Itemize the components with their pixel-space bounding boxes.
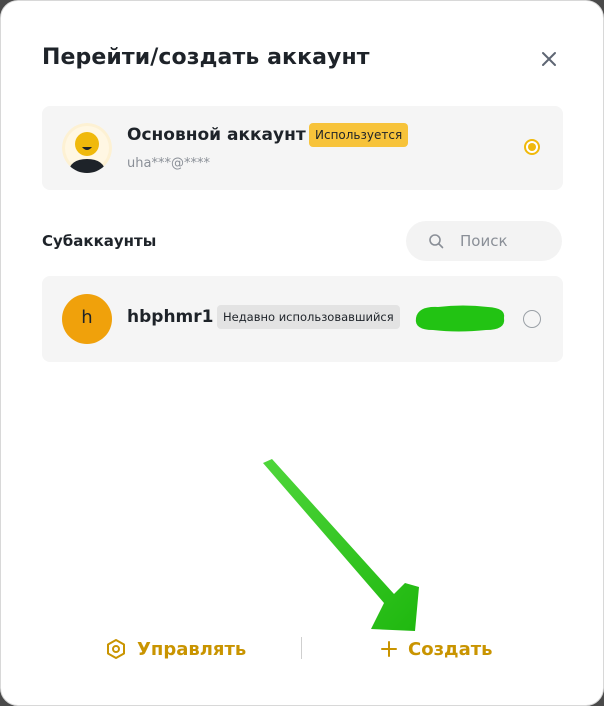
create-label: Создать bbox=[408, 638, 493, 660]
settings-hex-icon bbox=[107, 639, 125, 659]
redaction-scribble bbox=[415, 305, 505, 332]
dialog-title: Перейти/создать аккаунт bbox=[42, 45, 370, 70]
manage-button[interactable]: Управлять bbox=[105, 637, 246, 661]
main-account-radio[interactable] bbox=[524, 139, 540, 155]
avatar: h bbox=[62, 294, 112, 344]
subaccounts-heading: Субаккаунты bbox=[42, 232, 157, 250]
search-box[interactable] bbox=[406, 221, 562, 261]
search-icon bbox=[429, 234, 444, 249]
create-button[interactable]: Создать bbox=[380, 637, 493, 661]
avatar bbox=[62, 123, 112, 173]
account-switch-dialog: Перейти/создать аккаунт Основной аккаунт… bbox=[0, 0, 604, 706]
footer-divider bbox=[301, 637, 302, 659]
close-icon[interactable] bbox=[537, 47, 561, 71]
manage-label: Управлять bbox=[137, 638, 247, 660]
main-account-name: Основной аккаунт bbox=[127, 125, 306, 145]
main-account-card[interactable]: Основной аккаунт Используется uha***@***… bbox=[42, 106, 563, 190]
plus-icon bbox=[381, 641, 397, 657]
list-item[interactable]: h hbphmr1 Недавно использовавшийся bbox=[42, 276, 563, 362]
status-badge: Используется bbox=[309, 123, 409, 147]
subaccount-radio[interactable] bbox=[523, 310, 541, 328]
search-input[interactable] bbox=[458, 231, 558, 251]
status-badge: Недавно использовавшийся bbox=[217, 305, 400, 329]
main-account-email: uha***@**** bbox=[127, 156, 210, 171]
subaccount-name: hbphmr1 bbox=[127, 307, 214, 327]
